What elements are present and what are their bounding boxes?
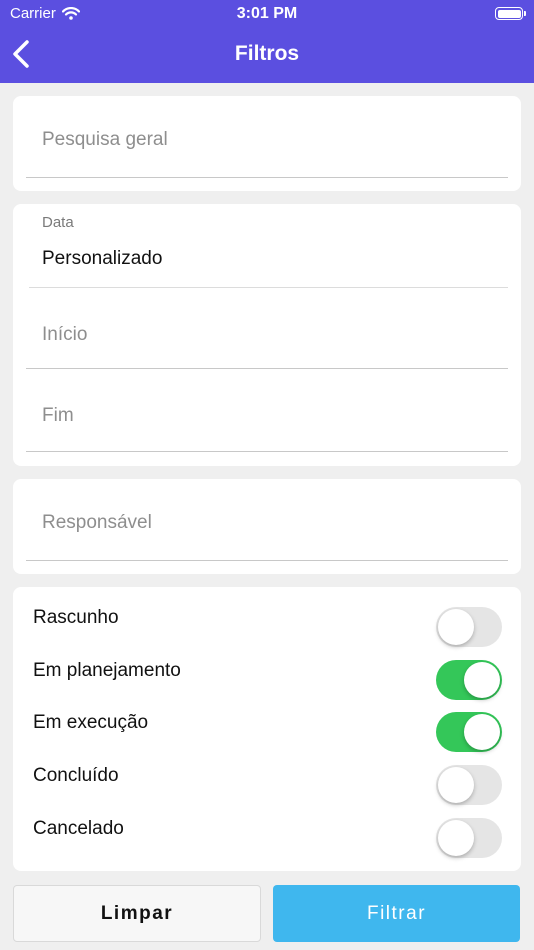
toggle-label: Rascunho xyxy=(33,607,119,628)
search-card: Pesquisa geral xyxy=(13,96,521,191)
start-date-field[interactable]: Início xyxy=(26,287,508,369)
date-label: Data xyxy=(42,214,74,231)
toggle-label: Cancelado xyxy=(33,818,124,839)
toggle-row-em-execucao: Em execução xyxy=(13,692,521,752)
toggle-label: Concluído xyxy=(33,765,119,786)
clear-button[interactable]: Limpar xyxy=(13,885,261,942)
end-date-field[interactable]: Fim xyxy=(26,370,508,452)
end-date-placeholder: Fim xyxy=(42,405,74,426)
responsible-placeholder: Responsável xyxy=(42,512,152,533)
toggle-label: Em execução xyxy=(33,712,149,733)
toggle-row-rascunho: Rascunho xyxy=(13,587,521,647)
toggle-row-cancelado: Cancelado xyxy=(13,798,521,858)
responsible-card: Responsável xyxy=(13,479,521,574)
status-toggles-card: Rascunho Em planejamento Em execução Con… xyxy=(13,587,521,871)
status-time: 3:01 PM xyxy=(236,5,298,22)
battery-icon xyxy=(495,7,526,20)
filter-button[interactable]: Filtrar xyxy=(273,885,520,942)
search-placeholder: Pesquisa geral xyxy=(42,129,168,150)
start-date-placeholder: Início xyxy=(42,324,88,345)
responsible-field[interactable]: Responsável xyxy=(26,479,508,561)
date-select[interactable]: Personalizado xyxy=(42,248,162,270)
page-title: Filtros xyxy=(234,42,300,65)
toggle-label: Em planejamento xyxy=(33,660,181,681)
nav-header: Carrier 3:01 PM Filtros xyxy=(0,0,534,83)
toggle-row-concluido: Concluído xyxy=(13,745,521,805)
search-input[interactable]: Pesquisa geral xyxy=(26,96,508,178)
toggle-switch[interactable] xyxy=(436,818,502,858)
date-card: Data Personalizado Início Fim xyxy=(13,204,521,466)
toggle-row-em-planejamento: Em planejamento xyxy=(13,640,521,700)
